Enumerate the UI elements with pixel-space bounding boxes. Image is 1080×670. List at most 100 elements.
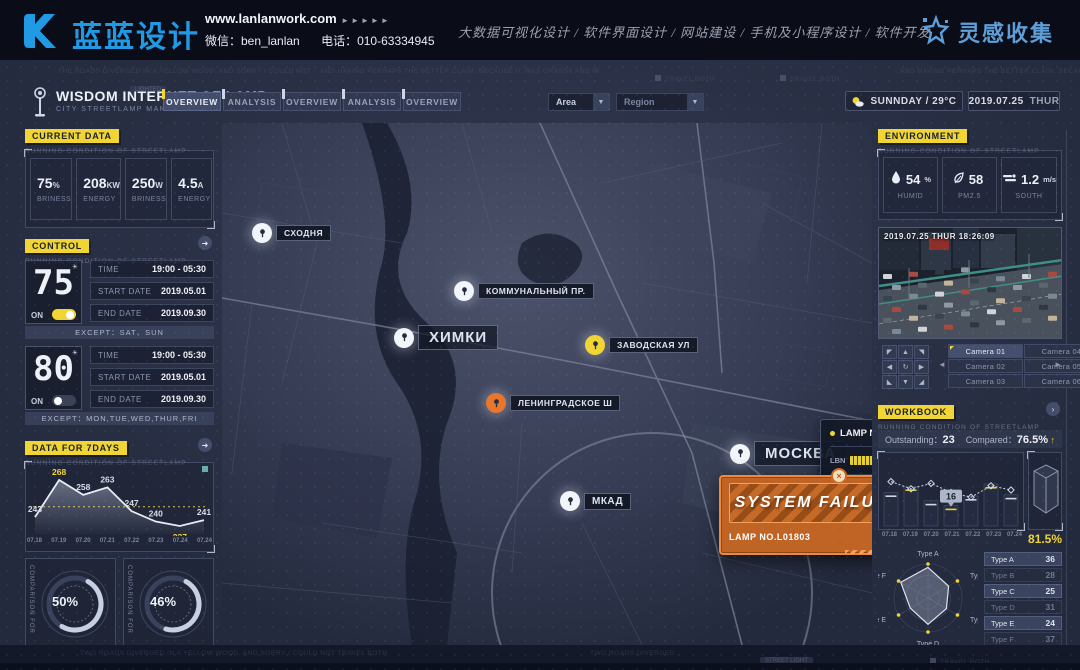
pan-up-icon[interactable]: ▲ [898, 345, 913, 359]
power-toggle[interactable] [52, 395, 76, 406]
x-axis-label: 07.24 [1007, 532, 1022, 538]
type-row-f[interactable]: Type F 37 [984, 632, 1062, 646]
stat-card: 208KW ENERGY [76, 158, 121, 220]
workbook-bar-chart: 16 [880, 454, 1022, 533]
camera-feed[interactable]: 2019.07.25 THUR 18:26:09 [878, 227, 1062, 339]
map-place-white[interactable]: МКАД [560, 491, 631, 511]
type-name: Type B [991, 571, 1014, 580]
type-name: Type C [991, 587, 1015, 596]
workbook-percent: 81.5% [1028, 532, 1062, 546]
pan-down-icon[interactable]: ▼ [898, 375, 913, 389]
brightness-level-box: ☀ 80 ON [25, 346, 82, 410]
lamp-pin-icon[interactable] [454, 281, 474, 301]
camera-next-icon[interactable]: ► [1054, 360, 1062, 369]
power-state: ON [31, 311, 43, 320]
power-toggle[interactable] [52, 309, 76, 320]
camera-button-4[interactable]: Camera 04 [1024, 344, 1080, 358]
tab-analysis-1[interactable]: ANALYSIS [223, 92, 281, 111]
comparison-gauge: COMPARISON FOR 50% [25, 558, 116, 648]
type-row-d[interactable]: Type D 31 [984, 600, 1062, 614]
pan-down-right-icon[interactable]: ◢ [914, 375, 929, 389]
tab-analysis-3[interactable]: ANALYSIS [343, 92, 401, 111]
place-label: МКАД [584, 493, 631, 510]
area-dropdown[interactable]: Area ▼ [548, 93, 610, 111]
svg-text:Type A: Type A [917, 551, 939, 558]
stat-card: 75% BRINESS [30, 158, 72, 220]
pan-down-left-icon[interactable]: ◣ [882, 375, 897, 389]
x-axis-label: 07.19 [903, 532, 918, 538]
camera-button-2[interactable]: Camera 02 [948, 359, 1023, 373]
x-axis-label: 07.22 [965, 532, 980, 538]
promo-banner: 蓝蓝设计 www.lanlanwork.com ►►►►► 微信：ben_lan… [0, 0, 1080, 60]
type-row-a[interactable]: Type A 36 [984, 552, 1062, 566]
camera-prev-icon[interactable]: ◄ [938, 360, 946, 369]
region-dropdown[interactable]: Region ▼ [616, 93, 704, 111]
camera-button-1[interactable]: Camera 01 [948, 344, 1023, 358]
lamp-pin-icon[interactable] [486, 393, 506, 413]
region-dropdown-value: Region [624, 97, 655, 107]
day-text: THUR [1030, 96, 1060, 107]
type-row-e[interactable]: Type E 24 [984, 616, 1062, 630]
pan-up-left-icon[interactable]: ◤ [882, 345, 897, 359]
lamp-pin-icon[interactable] [585, 335, 605, 355]
brightness-bar[interactable] [850, 456, 872, 465]
bulb-icon: ☀ [72, 263, 78, 271]
map-place-yellow[interactable]: ЗАВОДСКАЯ УЛ [585, 335, 698, 355]
current-stats: 75% BRINESS 208KW ENERGY 250W BRINESS 4.… [30, 158, 209, 220]
map-place-orange[interactable]: ЛЕНИНГРАДСКОЕ Ш [486, 393, 620, 413]
pan-left-icon[interactable]: ◀ [882, 360, 897, 374]
type-row-c[interactable]: Type C 25 [984, 584, 1062, 598]
close-icon[interactable]: × [831, 468, 847, 484]
x-axis-label: 07.18 [27, 538, 42, 544]
tab-overview-2[interactable]: OVERVIEW [283, 92, 341, 111]
lanlan-logo-icon [22, 12, 64, 50]
lamp-pin-icon[interactable] [252, 223, 272, 243]
date-text: 2019.07.25 [969, 96, 1024, 107]
lamp-pin-icon[interactable] [730, 444, 750, 464]
lbn-label: LBN [830, 456, 845, 465]
system-failure-alert: × SYSTEM FAILURE LAMP NO.L01803 MORE › [719, 475, 872, 555]
env-card: 1.2m/s SOUTH [1001, 157, 1057, 213]
inspiration-star-icon [920, 14, 952, 46]
brand-url[interactable]: www.lanlanwork.com [205, 11, 337, 26]
control-expand-button[interactable]: ➜ [198, 236, 212, 250]
bulb-icon: ☀ [72, 349, 78, 357]
map-place-white[interactable]: ХИМКИ [394, 325, 498, 350]
lamp-pin-icon[interactable] [560, 491, 580, 511]
pan-up-right-icon[interactable]: ◥ [914, 345, 929, 359]
x-axis-label: 07.20 [76, 538, 91, 544]
7days-badge: DATA FOR 7DAYS [25, 441, 127, 455]
svg-text:16: 16 [946, 492, 956, 502]
bar-tooltip: 16 [940, 490, 962, 507]
camera-button-6[interactable]: Camera 06 [1024, 374, 1080, 388]
collect-link[interactable]: 灵感收集 [958, 16, 1054, 48]
services-list: 大数据可视化设计 / 软件界面设计 / 网站建设 / 手机及小程序设计 / 软件… [458, 22, 930, 41]
reset-rotate-icon[interactable]: ↻ [898, 360, 913, 374]
chevron-down-icon: ▼ [593, 94, 609, 110]
lamp-pin-icon[interactable] [394, 328, 414, 348]
city-map[interactable]: СХОДНЯ КОММУНАЛЬНЫЙ ПР. ХИМКИ ЗАВОДСКАЯ … [222, 123, 872, 645]
failure-title: SYSTEM FAILURE [735, 494, 872, 512]
place-label: ХИМКИ [418, 325, 498, 350]
droplet-icon [890, 170, 902, 189]
more-button[interactable]: MORE › [872, 532, 873, 542]
map-place-white[interactable]: КОММУНАЛЬНЫЙ ПР. [454, 281, 594, 301]
except-days: EXCEPT：SAT、SUN [25, 326, 214, 339]
type-name: Type E [991, 619, 1014, 628]
tab-overview-4[interactable]: OVERVIEW [403, 92, 461, 111]
pan-right-icon[interactable]: ▶ [914, 360, 929, 374]
outstanding-label: Outstanding： [885, 435, 943, 445]
x-axis-label: 07.24 [197, 538, 212, 544]
camera-button-5[interactable]: Camera 05 [1024, 359, 1080, 373]
data-label: 263 [100, 474, 114, 484]
hazard-stripes [845, 550, 872, 554]
workbook-expand-button[interactable]: › [1046, 402, 1060, 416]
7days-expand-button[interactable]: ➜ [198, 438, 212, 452]
phone-contact: 电话：010-63334945 [321, 34, 434, 48]
tab-overview-0[interactable]: OVERVIEW [163, 92, 221, 111]
map-place-white[interactable]: СХОДНЯ [252, 223, 331, 243]
camera-button-3[interactable]: Camera 03 [948, 374, 1023, 388]
type-row-b[interactable]: Type B 28 [984, 568, 1062, 582]
outstanding-value: 23 [943, 434, 955, 446]
environment-stats: 54% HUMID 58 PM2.5 1.2m/s SOUTH [883, 157, 1057, 213]
